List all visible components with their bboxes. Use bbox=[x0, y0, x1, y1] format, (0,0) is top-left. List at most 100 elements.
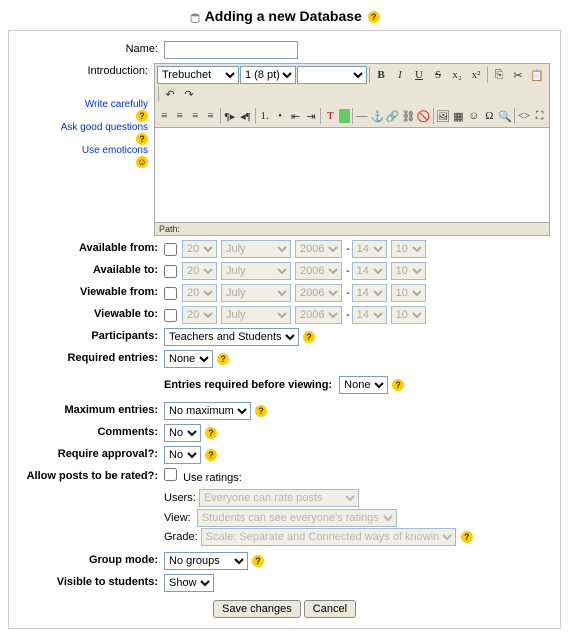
help-icon[interactable]: ? bbox=[461, 531, 473, 543]
save-button[interactable]: Save changes bbox=[213, 600, 301, 618]
list-bullet-icon[interactable]: • bbox=[273, 107, 287, 125]
paste-icon[interactable]: 📋 bbox=[528, 66, 546, 84]
available-from-year[interactable]: 2006 bbox=[295, 240, 342, 258]
link-icon[interactable]: 🔗 bbox=[386, 107, 400, 125]
align-justify-icon[interactable]: ≡ bbox=[203, 107, 217, 125]
maximum-entries-select[interactable]: No maximum bbox=[164, 402, 251, 420]
available-from-checkbox[interactable] bbox=[164, 243, 177, 256]
bgcolor-icon[interactable] bbox=[339, 109, 350, 123]
viewable-from-checkbox[interactable] bbox=[164, 287, 177, 300]
available-to-label: Available to: bbox=[93, 264, 158, 276]
emoticon-icon[interactable]: ☺ bbox=[467, 107, 481, 125]
redo-icon[interactable]: ↷ bbox=[180, 85, 198, 103]
help-icon[interactable]: ? bbox=[303, 331, 315, 343]
comments-select[interactable]: No bbox=[164, 424, 201, 442]
group-mode-select[interactable]: No groups bbox=[164, 552, 248, 570]
viewable-from-min[interactable]: 10 bbox=[391, 284, 426, 302]
participants-select[interactable]: Teachers and Students bbox=[164, 328, 299, 346]
textcolor-icon[interactable]: T bbox=[323, 107, 337, 125]
anchor-icon[interactable]: ⚓ bbox=[370, 107, 384, 125]
viewable-to-month[interactable]: July bbox=[221, 306, 291, 324]
visible-label: Visible to students: bbox=[57, 576, 158, 588]
size-select[interactable]: 1 (8 pt) bbox=[240, 66, 296, 84]
help-icon[interactable]: ? bbox=[136, 133, 148, 145]
help-icon[interactable]: ? bbox=[136, 110, 148, 122]
font-select[interactable]: Trebuchet bbox=[157, 66, 239, 84]
help-icon[interactable]: ? bbox=[255, 405, 267, 417]
style-select[interactable] bbox=[297, 66, 367, 84]
help-icon[interactable]: ? bbox=[217, 353, 229, 365]
source-icon[interactable]: <> bbox=[517, 107, 531, 125]
align-left-icon[interactable]: ≡ bbox=[157, 107, 171, 125]
undo-icon[interactable]: ↶ bbox=[161, 85, 179, 103]
tip-emoticons-link[interactable]: Use emoticons bbox=[19, 145, 148, 156]
ratings-grade-select[interactable]: Scale: Separate and Connected ways of kn… bbox=[201, 528, 456, 546]
search-icon[interactable]: 🔍 bbox=[498, 107, 512, 125]
sup-icon[interactable]: x² bbox=[467, 66, 485, 84]
cancel-button[interactable]: Cancel bbox=[304, 600, 356, 618]
require-approval-select[interactable]: No bbox=[164, 446, 201, 464]
help-icon[interactable]: ? bbox=[368, 11, 380, 23]
editor-path: Path: bbox=[154, 223, 550, 236]
tip-ask-link[interactable]: Ask good questions bbox=[19, 122, 148, 133]
introduction-label: Introduction: bbox=[19, 65, 148, 77]
use-ratings-checkbox[interactable] bbox=[164, 468, 177, 481]
required-entries-select[interactable]: None bbox=[164, 350, 213, 368]
align-right-icon[interactable]: ≡ bbox=[188, 107, 202, 125]
viewable-to-min[interactable]: 10 bbox=[391, 306, 426, 324]
help-icon[interactable]: ? bbox=[205, 427, 217, 439]
underline-icon[interactable]: U bbox=[410, 66, 428, 84]
name-input[interactable] bbox=[164, 41, 298, 59]
ltr-icon[interactable]: ¶▸ bbox=[223, 107, 237, 125]
list-num-icon[interactable]: 1. bbox=[257, 107, 271, 125]
editor-toolbar-2: ≡ ≡ ≡ ≡ ¶▸ ◂¶ 1. • ⇤ ⇥ T — bbox=[154, 105, 550, 127]
viewable-to-year[interactable]: 2006 bbox=[295, 306, 342, 324]
viewable-from-month[interactable]: July bbox=[221, 284, 291, 302]
viewable-from-day[interactable]: 20 bbox=[182, 284, 217, 302]
use-ratings-label: Use ratings: bbox=[183, 472, 242, 484]
form-container: Name: Introduction: Write carefully ? As… bbox=[8, 30, 561, 629]
viewable-to-hour[interactable]: 14 bbox=[352, 306, 387, 324]
outdent-icon[interactable]: ⇤ bbox=[288, 107, 302, 125]
hr-icon[interactable]: — bbox=[355, 107, 369, 125]
rtl-icon[interactable]: ◂¶ bbox=[238, 107, 252, 125]
viewable-from-hour[interactable]: 14 bbox=[352, 284, 387, 302]
editor-textarea[interactable] bbox=[154, 127, 550, 223]
allow-rated-label: Allow posts to be rated?: bbox=[27, 470, 158, 482]
ratings-users-select[interactable]: Everyone can rate posts bbox=[199, 489, 359, 507]
image-icon[interactable]: 🖼 bbox=[436, 107, 450, 125]
viewable-to-checkbox[interactable] bbox=[164, 309, 177, 322]
ratings-view-select[interactable]: Students can see everyone's ratings bbox=[197, 509, 397, 527]
viewable-to-day[interactable]: 20 bbox=[182, 306, 217, 324]
available-to-month[interactable]: July bbox=[221, 262, 291, 280]
viewable-from-year[interactable]: 2006 bbox=[295, 284, 342, 302]
unlink-icon[interactable]: ⛓ bbox=[401, 107, 415, 125]
available-to-day[interactable]: 20 bbox=[182, 262, 217, 280]
help-icon[interactable]: ? bbox=[392, 379, 404, 391]
cut-icon[interactable]: ✂ bbox=[509, 66, 527, 84]
entries-required-viewing-select[interactable]: None bbox=[339, 376, 388, 394]
available-from-day[interactable]: 20 bbox=[182, 240, 217, 258]
available-to-checkbox[interactable] bbox=[164, 265, 177, 278]
fullscreen-icon[interactable]: ⛶ bbox=[532, 107, 546, 125]
sub-icon[interactable]: x₂ bbox=[448, 66, 466, 84]
available-from-hour[interactable]: 14 bbox=[352, 240, 387, 258]
italic-icon[interactable]: I bbox=[391, 66, 409, 84]
align-center-icon[interactable]: ≡ bbox=[172, 107, 186, 125]
bold-icon[interactable]: B bbox=[372, 66, 390, 84]
indent-icon[interactable]: ⇥ bbox=[304, 107, 318, 125]
visible-select[interactable]: Show bbox=[164, 574, 214, 592]
nolink-icon[interactable]: 🚫 bbox=[416, 107, 430, 125]
available-to-year[interactable]: 2006 bbox=[295, 262, 342, 280]
available-to-hour[interactable]: 14 bbox=[352, 262, 387, 280]
help-icon[interactable]: ? bbox=[205, 449, 217, 461]
available-from-month[interactable]: July bbox=[221, 240, 291, 258]
available-from-min[interactable]: 10 bbox=[391, 240, 426, 258]
help-icon[interactable]: ? bbox=[252, 555, 264, 567]
table-icon[interactable]: ▦ bbox=[451, 107, 465, 125]
tip-write-link[interactable]: Write carefully bbox=[19, 99, 148, 110]
char-icon[interactable]: Ω bbox=[482, 107, 496, 125]
strike-icon[interactable]: S bbox=[429, 66, 447, 84]
available-to-min[interactable]: 10 bbox=[391, 262, 426, 280]
copy-icon[interactable]: ⎘ bbox=[490, 66, 508, 84]
